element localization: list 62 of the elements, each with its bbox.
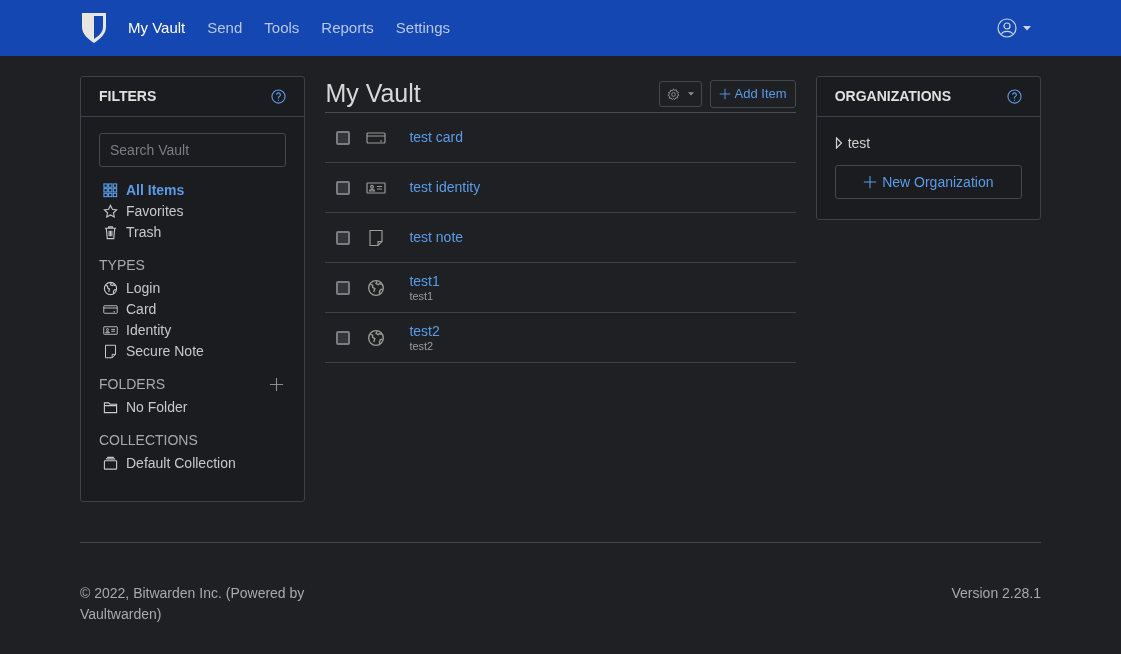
card-icon <box>103 302 118 317</box>
filter-item[interactable]: No Folder <box>103 397 287 418</box>
filter-item[interactable]: Login <box>103 278 287 299</box>
filter-item[interactable]: Trash <box>103 222 287 243</box>
filter-item[interactable]: All Items <box>103 180 287 201</box>
settings-dropdown-button[interactable] <box>658 81 702 107</box>
collection-icon <box>103 456 118 471</box>
item-subtitle: test1 <box>409 289 435 303</box>
panel-title: FILTERS <box>99 87 157 106</box>
add-folder-button[interactable] <box>269 376 285 392</box>
globe-icon <box>366 278 387 297</box>
globe-icon <box>366 328 387 347</box>
section-heading: TYPES <box>99 255 145 275</box>
account-menu-button[interactable] <box>997 18 1031 38</box>
row-checkbox[interactable] <box>336 230 351 245</box>
star-icon <box>103 204 118 219</box>
grid-icon <box>103 183 118 198</box>
filter-item[interactable]: Identity <box>103 320 287 341</box>
id-card-icon <box>103 323 118 338</box>
item-name-link[interactable]: test1 <box>409 272 440 290</box>
row-checkbox[interactable] <box>336 280 351 295</box>
nav-link[interactable]: Settings <box>395 16 451 40</box>
filter-item[interactable]: Card <box>103 299 287 320</box>
nav-link[interactable]: Tools <box>264 16 300 40</box>
new-organization-button[interactable]: New Organization <box>834 165 1022 199</box>
plus-icon <box>269 376 285 392</box>
note-icon <box>103 344 118 359</box>
page-title: My Vault <box>325 78 421 110</box>
help-icon[interactable] <box>271 89 287 104</box>
section-heading: COLLECTIONS <box>99 430 198 450</box>
row-checkbox[interactable] <box>336 130 351 145</box>
item-name-link[interactable]: test identity <box>409 179 481 196</box>
nav-link[interactable]: Send <box>207 16 243 40</box>
help-icon[interactable] <box>1007 89 1022 104</box>
copyright-text: © 2022, Bitwarden Inc. (Powered by Vaultwarden) <box>80 584 306 624</box>
plus-icon <box>863 175 878 189</box>
trash-icon <box>103 225 118 240</box>
panel-title: ORGANIZATIONS <box>834 87 952 106</box>
filter-item[interactable]: Default Collection <box>103 453 287 474</box>
globe-icon <box>103 281 118 296</box>
filter-item[interactable]: Secure Note <box>103 341 287 362</box>
caret-icon <box>687 92 694 96</box>
filter-item[interactable]: Favorites <box>103 201 287 222</box>
item-name-link[interactable]: test note <box>409 229 464 246</box>
search-field[interactable]: Search Vault <box>99 133 287 167</box>
item-subtitle: test2 <box>409 339 435 353</box>
row-checkbox[interactable] <box>336 330 351 345</box>
row-checkbox[interactable] <box>336 180 351 195</box>
shield-logo[interactable] <box>80 12 108 44</box>
add-item-button[interactable]: Add Item <box>709 80 796 108</box>
settings-icon <box>666 87 680 101</box>
section-heading: FOLDERS <box>99 374 166 394</box>
organization-item[interactable]: test <box>834 134 871 152</box>
item-name-link[interactable]: test card <box>409 129 464 146</box>
item-name-link[interactable]: test2 <box>409 322 440 340</box>
folder-icon <box>103 400 118 415</box>
nav-link[interactable]: My Vault <box>128 16 186 40</box>
caret-icon <box>1023 25 1031 31</box>
nav-link[interactable]: Reports <box>321 16 374 40</box>
user-icon <box>997 18 1017 38</box>
version-text: Version 2.28.1 <box>951 584 1041 603</box>
plus-icon <box>718 88 731 100</box>
